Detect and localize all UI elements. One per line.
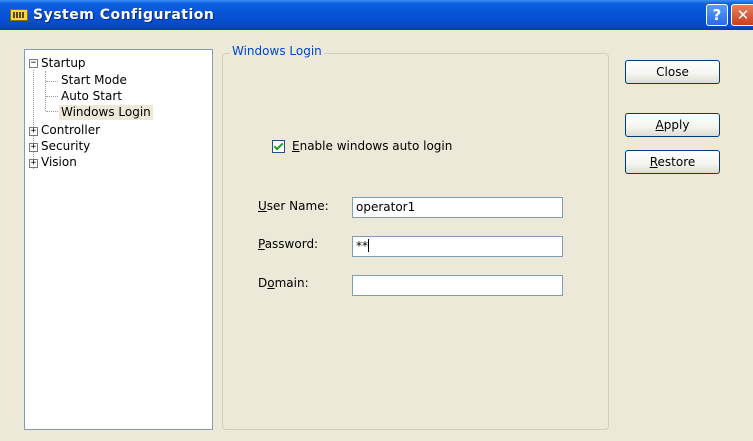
apply-button[interactable]: Apply — [625, 113, 720, 137]
tree-connector — [33, 70, 34, 169]
help-icon: ? — [712, 6, 722, 24]
system-configuration-dialog: System Configuration ? ✕ − Startup Start… — [0, 0, 753, 441]
username-field[interactable]: operator1 — [352, 197, 563, 218]
tree-item-vision[interactable]: Vision — [39, 155, 79, 170]
window-title: System Configuration — [33, 7, 215, 23]
password-value: ** — [356, 239, 368, 253]
close-icon: ✕ — [736, 6, 750, 24]
mnemonic-letter: A — [655, 118, 664, 132]
tree-item-start-mode[interactable]: Start Mode — [59, 73, 129, 88]
close-button[interactable]: Close — [625, 60, 720, 84]
expand-icon[interactable]: + — [29, 159, 38, 168]
tree-item-controller[interactable]: Controller — [39, 123, 102, 138]
password-field[interactable]: ** — [352, 236, 563, 257]
collapse-icon[interactable]: − — [29, 59, 38, 68]
expand-icon[interactable]: + — [29, 127, 38, 136]
help-button[interactable]: ? — [706, 4, 728, 26]
label-text: nable windows auto login — [299, 139, 453, 153]
label-text: D — [258, 276, 268, 290]
title-close-button[interactable]: ✕ — [731, 4, 753, 26]
restore-button[interactable]: Restore — [625, 150, 720, 174]
button-label: pply — [663, 118, 690, 132]
username-label: User Name: — [258, 199, 329, 213]
button-label: estore — [657, 155, 696, 169]
tree-connector — [46, 111, 58, 112]
tree-connector — [46, 96, 58, 97]
label-text: assword: — [264, 237, 319, 251]
tree-connector — [45, 71, 46, 111]
tree-item-startup[interactable]: Startup — [39, 56, 88, 71]
tree-item-windows-login[interactable]: Windows Login — [59, 105, 153, 120]
settings-tree[interactable]: − Startup Start Mode Auto Start Windows … — [24, 49, 213, 430]
mnemonic-letter: U — [258, 199, 267, 213]
auto-login-checkbox-label[interactable]: Enable windows auto login — [292, 139, 452, 153]
auto-login-checkbox[interactable] — [272, 140, 285, 153]
title-bar[interactable]: System Configuration ? ✕ — [0, 0, 753, 30]
mnemonic-letter: P — [258, 237, 265, 251]
tree-connector — [46, 81, 58, 82]
expand-icon[interactable]: + — [29, 143, 38, 152]
app-window-icon — [10, 9, 28, 21]
group-title: Windows Login — [230, 44, 324, 58]
username-value: operator1 — [356, 200, 416, 214]
mnemonic-letter: o — [267, 276, 275, 290]
domain-field[interactable] — [352, 275, 563, 296]
mnemonic-letter: R — [649, 155, 658, 169]
password-label: Password: — [258, 237, 318, 251]
label-text: main: — [274, 276, 309, 290]
tree-item-auto-start[interactable]: Auto Start — [59, 89, 124, 104]
domain-label: Domain: — [258, 276, 309, 290]
label-text: ser Name: — [266, 199, 329, 213]
text-caret — [368, 239, 369, 252]
mnemonic-letter: E — [292, 139, 300, 153]
tree-item-security[interactable]: Security — [39, 139, 92, 154]
